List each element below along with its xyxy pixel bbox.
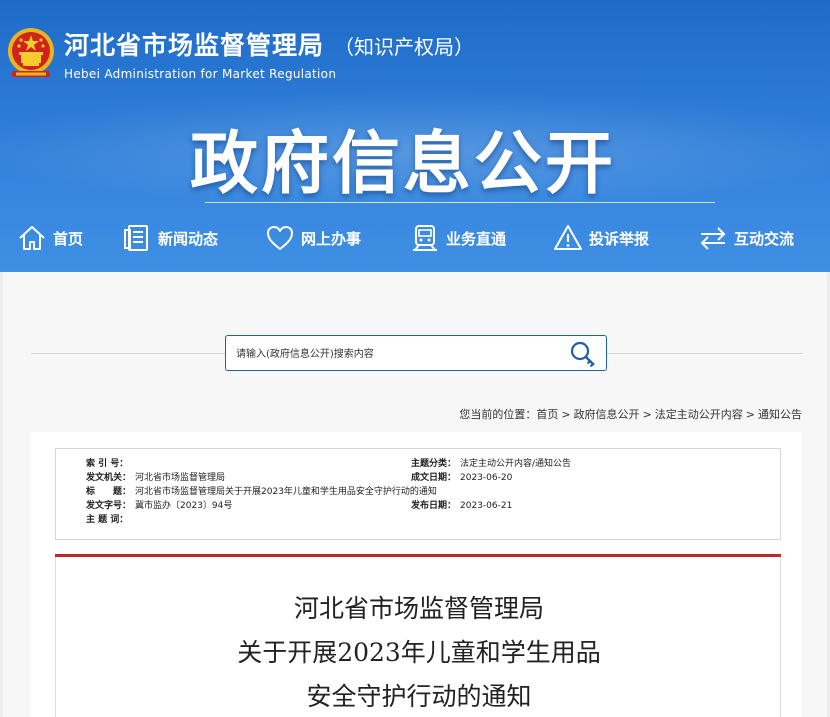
breadcrumb-prefix: 您当前的位置： — [459, 408, 537, 421]
nav-item-news[interactable]: 新闻动态 — [122, 216, 218, 260]
meta-doc-number-label: 发文字号： — [86, 501, 132, 511]
meta-published-label: 发布日期： — [411, 501, 457, 511]
content-card: 索 引 号： 发文机关： 河北省市场监督管理局 标 题： 河北省市场监督管理局关于开… — [31, 432, 802, 717]
meta-category-value: 法定主动公开内容/通知公告 — [460, 459, 572, 469]
meta-published-value: 2023-06-21 — [460, 501, 513, 511]
site-header: 河北省市场监督管理局 （知识产权局） Hebei Administration … — [0, 0, 830, 272]
breadcrumb-separator: > — [561, 408, 571, 421]
main-nav: 首页 新闻动态 网上办事 业务直通 投诉举报 互动交流 — [0, 216, 830, 260]
site-english-name: Hebei Administration for Market Regulati… — [64, 67, 337, 81]
meta-category: 主题分类： 法定主动公开内容/通知公告 — [411, 457, 571, 471]
meta-created-date: 成文日期： 2023-06-20 — [411, 471, 512, 485]
search-input[interactable] — [236, 344, 556, 364]
breadcrumb-separator: > — [642, 408, 652, 421]
breadcrumb-home[interactable]: 首页 — [536, 408, 558, 421]
home-icon — [19, 226, 45, 250]
meta-title: 标 题： 河北省市场监督管理局关于开展2023年儿童和学生用品安全守护行动的通知 — [86, 485, 437, 499]
nav-item-business[interactable]: 业务直通 — [410, 216, 506, 260]
banner-divider — [205, 202, 715, 203]
search-box — [225, 335, 607, 371]
document-meta-table: 索 引 号： 发文机关： 河北省市场监督管理局 标 题： 河北省市场监督管理局关于开… — [55, 448, 781, 540]
breadcrumb-statutory[interactable]: 法定主动公开内容 — [655, 408, 743, 421]
nav-label-home: 首页 — [53, 229, 84, 248]
meta-keywords: 主 题 词： — [86, 513, 132, 527]
search-key-icon[interactable] — [568, 339, 598, 369]
document-list-icon — [124, 225, 148, 251]
heart-icon — [267, 226, 293, 250]
nav-item-interaction[interactable]: 互动交流 — [698, 216, 794, 260]
breadcrumb-separator: > — [745, 408, 755, 421]
article-title: 河北省市场监督管理局 关于开展2023年儿童和学生用品 安全守护行动的通知 — [56, 587, 782, 717]
nav-label-business: 业务直通 — [446, 229, 507, 248]
site-subtitle: （知识产权局） — [334, 35, 474, 59]
meta-issuer: 发文机关： 河北省市场监督管理局 — [86, 471, 225, 485]
article-body: 河北省市场监督管理局 关于开展2023年儿童和学生用品 安全守护行动的通知 — [55, 557, 781, 717]
meta-issuer-value: 河北省市场监督管理局 — [135, 473, 226, 483]
meta-keywords-label: 主 题 词： — [86, 515, 129, 525]
article-title-line-3: 安全守护行动的通知 — [306, 682, 532, 711]
meta-title-value: 河北省市场监督管理局关于开展2023年儿童和学生用品安全守护行动的通知 — [135, 487, 437, 497]
nav-label-interaction: 互动交流 — [734, 229, 795, 248]
article-title-line-1: 河北省市场监督管理局 — [293, 594, 544, 623]
nav-label-online-service: 网上办事 — [301, 229, 362, 248]
meta-category-label: 主题分类： — [411, 459, 457, 469]
nav-label-news: 新闻动态 — [158, 229, 219, 248]
meta-title-label: 标 题： — [86, 487, 132, 497]
national-emblem-icon — [8, 28, 54, 77]
nav-item-online-service[interactable]: 网上办事 — [265, 216, 361, 260]
nav-label-complaint: 投诉举报 — [589, 229, 650, 248]
meta-published-date: 发布日期： 2023-06-21 — [411, 499, 512, 513]
meta-index: 索 引 号： — [86, 457, 132, 471]
warning-icon — [554, 225, 582, 250]
article-title-line-2: 关于开展2023年儿童和学生用品 — [237, 638, 601, 667]
meta-doc-number: 发文字号： 冀市监办〔2023〕94号 — [86, 499, 232, 513]
nav-item-home[interactable]: 首页 — [17, 216, 83, 260]
breadcrumb-gov-info[interactable]: 政府信息公开 — [574, 408, 640, 421]
nav-item-complaint[interactable]: 投诉举报 — [553, 216, 649, 260]
meta-created-value: 2023-06-20 — [460, 473, 513, 483]
site-title: 河北省市场监督管理局 — [64, 31, 325, 60]
meta-index-label: 索 引 号： — [86, 459, 129, 469]
breadcrumb: 您当前的位置：首页 > 政府信息公开 > 法定主动公开内容 > 通知公告 — [459, 406, 802, 422]
exchange-arrows-icon — [700, 227, 726, 250]
breadcrumb-notice[interactable]: 通知公告 — [758, 408, 802, 421]
meta-doc-number-value: 冀市监办〔2023〕94号 — [135, 501, 233, 511]
banner-title: 政府信息公开 — [190, 125, 617, 204]
train-icon — [413, 225, 437, 251]
main-content: 您当前的位置：首页>政府信息公开>法定主动公开内容>通知公告 索 引 号： 发文… — [3, 272, 827, 717]
meta-created-label: 成文日期： — [411, 473, 457, 483]
meta-issuer-label: 发文机关： — [86, 473, 132, 483]
